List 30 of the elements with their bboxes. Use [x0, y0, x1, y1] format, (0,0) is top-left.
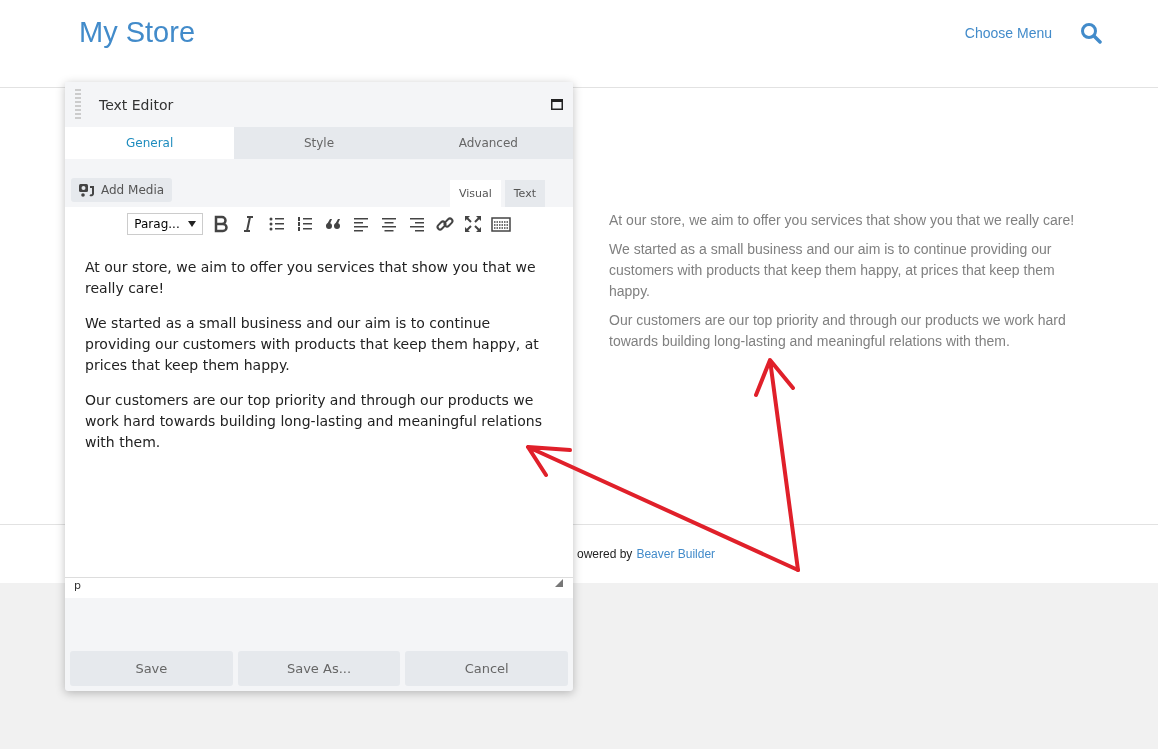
- panel-button[interactable]: Cancel: [405, 651, 568, 686]
- content-paragraph: At our store, we aim to offer you services that show you that we really care!: [609, 211, 1076, 230]
- resize-handle-icon[interactable]: [555, 579, 564, 588]
- media-icon: [79, 183, 95, 197]
- menu-link[interactable]: Choose Menu: [964, 24, 1052, 41]
- editor-paragraph: At our store, we aim to offer you services that show you that we really care!: [85, 258, 537, 298]
- fullscreen-icon[interactable]: [462, 214, 483, 234]
- content-paragraph: Our customers are our top priority and through our products we work hard towards building long-lasting and meaningful relations with them.: [609, 311, 1067, 351]
- panel-tab[interactable]: Style: [234, 127, 404, 159]
- footer-text: owered by: [577, 547, 633, 561]
- panel-tab[interactable]: General: [65, 127, 235, 159]
- keyboard-icon[interactable]: [490, 214, 511, 234]
- editor-mode-tab[interactable]: Visual: [449, 180, 501, 207]
- search-icon[interactable]: [1080, 21, 1102, 44]
- editor-paragraph: We started as a small business and our aim is to continue providing our customers with products that keep them happy, at prices that keep them happy.: [85, 314, 540, 375]
- editor-mode-tab[interactable]: Text: [504, 180, 545, 207]
- caret-icon: [187, 221, 196, 227]
- panel-tab[interactable]: Advanced: [403, 127, 573, 159]
- panel-button[interactable]: Save As...: [237, 651, 401, 686]
- footer-link[interactable]: Beaver Builder: [636, 547, 716, 561]
- format-dropdown[interactable]: Parag...: [127, 213, 203, 235]
- maximize-icon[interactable]: [551, 99, 563, 110]
- editor-paragraph: Our customers are our top priority and through our products we work hard towards building long-lasting and meaningful relations with them.: [85, 391, 543, 452]
- panel-button[interactable]: Save: [70, 651, 233, 686]
- add-media-button[interactable]: Add Media: [71, 178, 173, 202]
- site-title[interactable]: My Store: [79, 16, 965, 49]
- link-icon[interactable]: [434, 214, 455, 234]
- element-path: p: [74, 579, 81, 594]
- panel-title: Text Editor: [99, 96, 175, 113]
- content-paragraph: We started as a small business and our aim is to continue providing our customers with products that keep them happy, at prices that keep them happy.: [609, 240, 1056, 301]
